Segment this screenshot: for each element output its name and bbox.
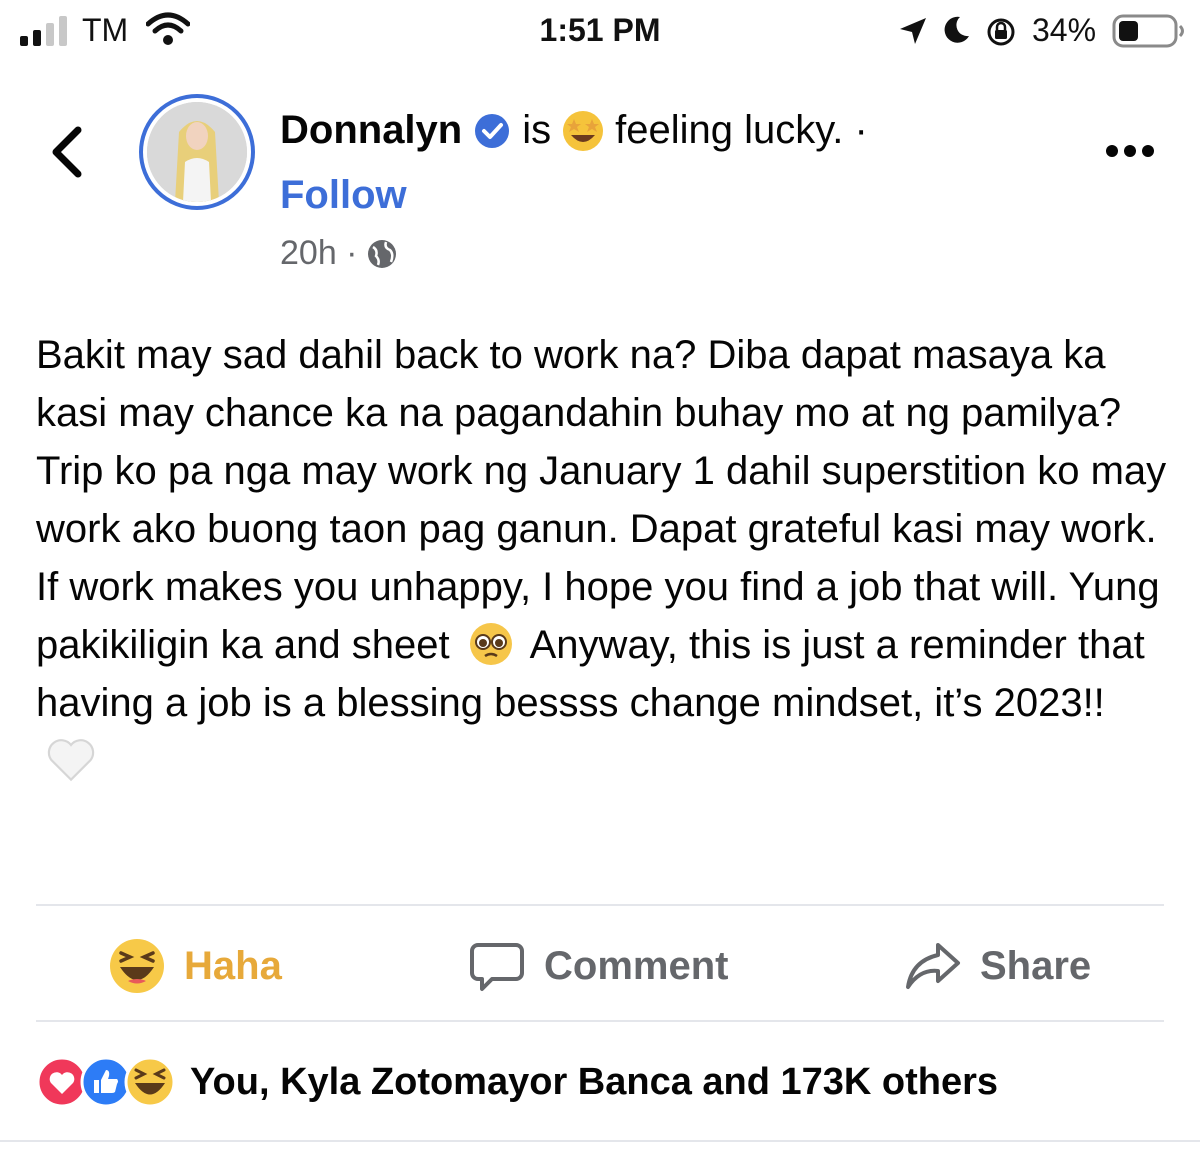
activity-text: feeling lucky. ·: [615, 108, 868, 152]
globe-icon: [367, 239, 396, 268]
location-arrow-icon: [900, 18, 926, 44]
haha-reaction-icon: [124, 1056, 176, 1108]
battery-percent: 34%: [1032, 12, 1097, 48]
share-arrow-icon: [906, 943, 960, 989]
divider-top: [36, 904, 1164, 906]
post-text-part-1: Bakit may sad dahil back to work na? Dib…: [36, 333, 1167, 667]
moon-icon: [944, 16, 969, 43]
comment-button[interactable]: Comment: [468, 934, 728, 998]
comment-bubble-icon: [470, 943, 524, 991]
follow-button[interactable]: Follow: [280, 173, 407, 218]
post-meta: 20h ·: [280, 234, 398, 273]
comment-label: Comment: [544, 943, 729, 988]
divider-bottom: [36, 1020, 1164, 1022]
back-button[interactable]: [44, 122, 94, 182]
post-text: Bakit may sad dahil back to work na? Dib…: [36, 326, 1176, 790]
activity-prefix: is: [522, 108, 552, 152]
pleading-face-emoji-icon: [469, 623, 512, 665]
haha-label: Haha: [184, 943, 282, 988]
verified-badge-icon: [475, 113, 510, 148]
more-options-icon[interactable]: [1100, 138, 1160, 164]
battery-icon: [1112, 14, 1184, 48]
reaction-icons-stack: [36, 1056, 180, 1108]
status-time: 1:51 PM: [539, 12, 661, 48]
author-name[interactable]: Donnalyn: [280, 108, 462, 153]
white-heart-emoji-icon: [47, 739, 95, 782]
haha-reaction-button[interactable]: Haha: [108, 934, 282, 998]
post-header-line: Donnalyn is feeling lucky. ·: [280, 108, 868, 153]
status-bar: TM 1:51 PM 34%: [0, 0, 1200, 64]
star-struck-emoji-icon: [563, 110, 604, 151]
share-label: Share: [980, 943, 1092, 988]
rotation-lock-icon: [987, 18, 1015, 46]
share-button[interactable]: Share: [904, 934, 1091, 998]
post-time[interactable]: 20h ·: [280, 234, 358, 273]
avatar-photo: [147, 102, 247, 202]
reactions-summary[interactable]: You, Kyla Zotomayor Banca and 173K other…: [36, 1056, 998, 1108]
haha-emoji-icon: [110, 939, 164, 993]
reactions-text: You, Kyla Zotomayor Banca and 173K other…: [190, 1060, 999, 1103]
divider-footer: [0, 1140, 1200, 1142]
avatar[interactable]: [147, 102, 247, 202]
